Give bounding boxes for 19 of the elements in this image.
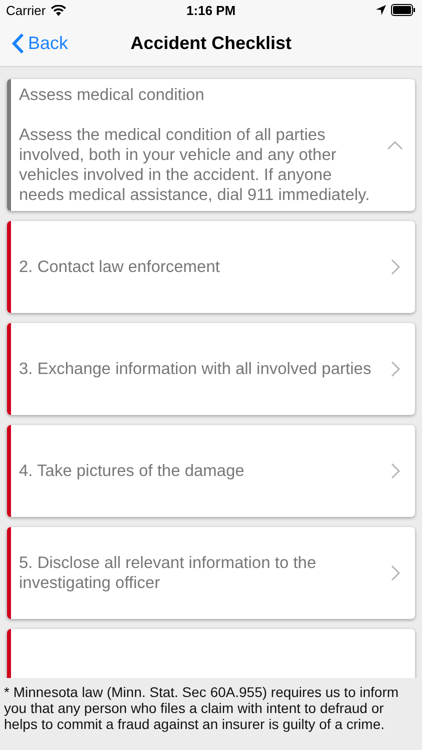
- step-title: 4. Take pictures of the damage: [19, 461, 246, 481]
- back-button[interactable]: Back: [0, 23, 68, 63]
- step-description: Assess the medical condition of all parties involved, both in your vehicle and any other vehicles involved in the accident. If anyone needs medical assistance, dial 911 immediately.: [19, 125, 371, 205]
- clock-label: 1:16 PM: [186, 2, 236, 18]
- step-title: Assess medical condition: [19, 85, 206, 105]
- chevron-left-icon: [12, 32, 24, 54]
- checklist-card[interactable]: 5. Disclose all relevant information to the investigating officer: [7, 527, 415, 619]
- checklist-card[interactable]: 4. Take pictures of the damage: [7, 425, 415, 517]
- wifi-icon: [50, 4, 66, 16]
- checklist-card[interactable]: [7, 79, 415, 211]
- checklist-card[interactable]: 2. Contact law enforcement: [7, 221, 415, 313]
- location-arrow-icon: [376, 5, 386, 15]
- step-title: 2. Contact law enforcement: [19, 257, 221, 277]
- step-title: 3. Exchange information with all involved parties: [19, 359, 372, 379]
- checklist-card[interactable]: 3. Exchange information with all involved parties: [7, 323, 415, 415]
- battery-icon: [390, 4, 416, 16]
- screen-title: Accident Checklist: [130, 32, 292, 54]
- step-title: 5. Disclose all relevant information to the investigating officer: [19, 553, 318, 593]
- carrier-label: Carrier: [6, 2, 46, 18]
